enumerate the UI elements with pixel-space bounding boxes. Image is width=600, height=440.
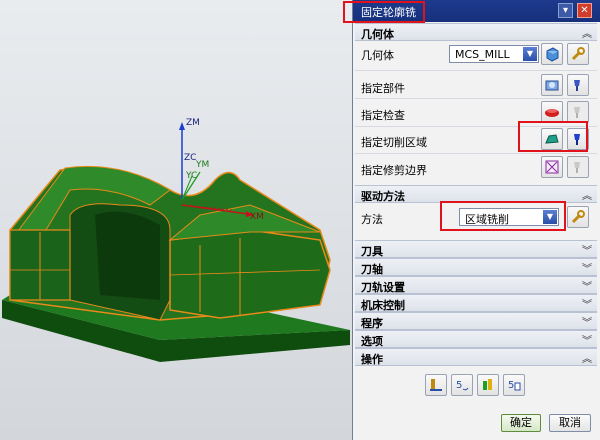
edit-geometry-button[interactable] — [567, 43, 589, 65]
display-cut-area-button[interactable] — [567, 128, 589, 150]
section-geometry-header[interactable]: 几何体 ︽ — [355, 23, 597, 41]
display-trim-boundary-button[interactable] — [567, 156, 589, 178]
section-options-header[interactable]: 选项 ︾ — [355, 330, 597, 348]
chevron-down-icon: ︾ — [582, 318, 592, 329]
section-machine-control-header[interactable]: 机床控制 ︾ — [355, 294, 597, 312]
close-icon[interactable]: ✕ — [577, 3, 592, 18]
generate-button[interactable] — [425, 374, 447, 396]
graphics-viewport[interactable]: ZM ZC YM YC XM — [0, 0, 352, 440]
section-operations-header[interactable]: 操作 ︽ — [355, 348, 597, 366]
chevron-up-icon: ︽ — [582, 354, 592, 365]
geometry-label: 几何体 — [361, 49, 394, 62]
specify-trim-boundary-label: 指定修剪边界 — [361, 164, 427, 177]
dialog-titlebar[interactable]: 固定轮廓铣 ▾ ✕ — [353, 0, 600, 22]
chevron-down-icon: ︾ — [582, 264, 592, 275]
specify-part-label: 指定部件 — [361, 82, 405, 95]
chevron-down-icon: ︾ — [582, 246, 592, 257]
list-icon: 5 — [508, 380, 521, 391]
zm-axis-label: ZM — [186, 118, 200, 128]
chevron-up-icon: ︽ — [582, 29, 592, 40]
drive-method-value: 区域铣削 — [465, 213, 509, 226]
section-operations-label: 操作 — [361, 353, 383, 366]
section-drive-header[interactable]: 驱动方法 ︽ — [355, 185, 597, 203]
specify-cut-area-label: 指定切削区域 — [361, 136, 427, 149]
section-tool-axis-label: 刀轴 — [361, 263, 383, 276]
cube-icon — [546, 47, 559, 62]
chevron-down-icon: ▼ — [543, 210, 557, 224]
specify-trim-boundary-button[interactable] — [541, 156, 563, 178]
section-drive-label: 驱动方法 — [361, 190, 405, 203]
specify-cut-area-button[interactable] — [541, 128, 563, 150]
svg-text:5: 5 — [456, 380, 462, 391]
specify-check-button[interactable] — [541, 101, 563, 123]
new-geometry-button[interactable] — [541, 43, 563, 65]
drive-method-select[interactable]: 区域铣削 ▼ — [459, 208, 559, 226]
wrench-icon — [571, 210, 585, 224]
specify-check-label: 指定检查 — [361, 109, 405, 122]
flashlight-icon — [574, 162, 580, 173]
flashlight-icon — [574, 134, 580, 145]
display-check-button[interactable] — [567, 101, 589, 123]
section-path-settings-label: 刀轨设置 — [361, 281, 405, 294]
section-tool-header[interactable]: 刀具 ︾ — [355, 240, 597, 258]
geometry-select-value: MCS_MILL — [455, 48, 510, 61]
chevron-down-icon: ︾ — [582, 300, 592, 311]
method-label: 方法 — [361, 213, 383, 226]
ym-axis-label: YM — [196, 160, 210, 170]
verify-icon — [483, 379, 492, 390]
zc-axis-label: ZC — [184, 153, 197, 163]
dialog-title: 固定轮廓铣 — [361, 6, 416, 19]
generate-path-icon — [430, 379, 442, 391]
section-path-settings-header[interactable]: 刀轨设置 ︾ — [355, 276, 597, 294]
section-tool-label: 刀具 — [361, 245, 383, 258]
flashlight-icon — [574, 107, 580, 118]
section-machine-control-label: 机床控制 — [361, 299, 405, 312]
section-tool-axis-header[interactable]: 刀轴 ︾ — [355, 258, 597, 276]
chevron-up-icon: ︽ — [582, 191, 592, 202]
section-program-label: 程序 — [361, 317, 383, 330]
xm-axis-label: XM — [250, 212, 264, 222]
list-button[interactable]: 5 — [503, 374, 525, 396]
menu-icon[interactable]: ▾ — [558, 3, 573, 18]
ok-button[interactable]: 确定 — [501, 414, 541, 432]
cut-area-icon — [545, 134, 559, 144]
replay-button[interactable]: 5 — [451, 374, 473, 396]
yc-axis-label: YC — [186, 171, 198, 181]
wrench-icon — [571, 47, 585, 61]
svg-text:5: 5 — [508, 380, 514, 391]
section-program-header[interactable]: 程序 ︾ — [355, 312, 597, 330]
chevron-down-icon: ▼ — [523, 47, 537, 61]
specify-part-button[interactable] — [541, 74, 563, 96]
trim-boundary-icon — [545, 160, 559, 174]
part-model — [2, 122, 350, 362]
chevron-down-icon: ︾ — [582, 336, 592, 347]
replay-icon: 5 — [456, 380, 469, 391]
check-body-icon — [545, 109, 559, 117]
part-icon — [545, 80, 559, 91]
fixed-contour-dialog: 固定轮廓铣 ▾ ✕ 几何体 ︽ 几何体 MCS_MILL ▼ 指定部件 指定检查… — [343, 0, 600, 440]
section-options-label: 选项 — [361, 335, 383, 348]
flashlight-icon — [574, 80, 580, 91]
section-geometry-label: 几何体 — [361, 28, 394, 41]
cancel-button[interactable]: 取消 — [549, 414, 591, 432]
chevron-down-icon: ︾ — [582, 282, 592, 293]
verify-button[interactable] — [477, 374, 499, 396]
display-part-button[interactable] — [567, 74, 589, 96]
edit-drive-method-button[interactable] — [567, 206, 589, 228]
geometry-select[interactable]: MCS_MILL ▼ — [449, 45, 539, 63]
